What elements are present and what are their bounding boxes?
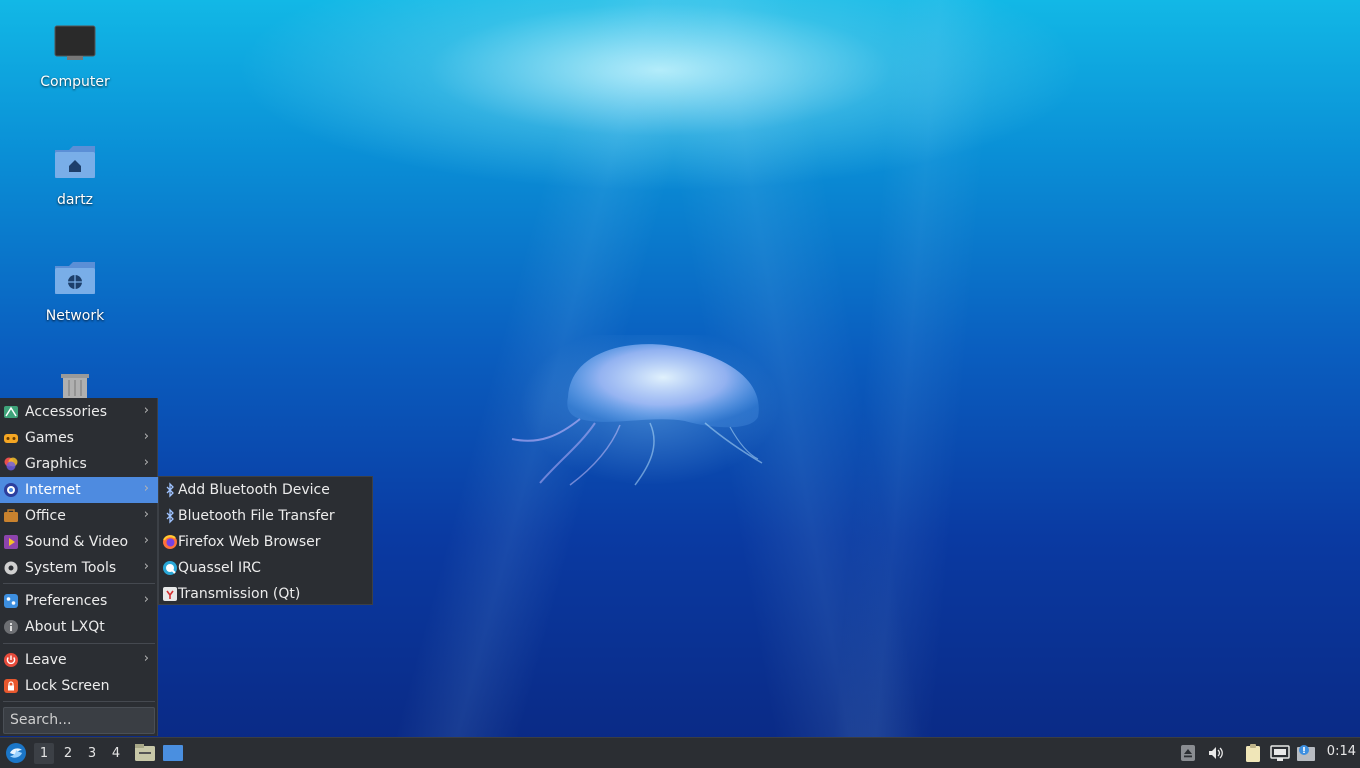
workspace-4-button[interactable]: 4 (106, 743, 126, 764)
application-menu: Accessories › Games › Graphics › Interne… (0, 398, 158, 736)
menu-separator (3, 701, 155, 702)
desktop-icon (163, 745, 183, 761)
quassel-icon (162, 560, 178, 576)
tray-notification-button[interactable] (1296, 743, 1316, 763)
bluetooth-icon (162, 508, 178, 524)
lock-icon (3, 678, 19, 694)
submenu-item-firefox[interactable]: Firefox Web Browser (159, 529, 372, 555)
desktop-icon-label: Computer (40, 74, 110, 90)
desktop-icon-label: dartz (56, 192, 94, 208)
desktop-icon-label: Network (45, 308, 105, 324)
games-icon (3, 430, 19, 446)
menu-item-internet[interactable]: Internet › (0, 477, 158, 503)
chevron-right-icon: › (143, 559, 149, 574)
tray-network-button[interactable] (1270, 743, 1290, 763)
menu-item-label: Office (25, 508, 66, 524)
notification-icon (1297, 745, 1315, 761)
taskbar-clock[interactable]: 0:14 (1327, 744, 1356, 759)
internet-icon (3, 482, 19, 498)
info-icon (3, 619, 19, 635)
menu-item-label: About LXQt (25, 619, 105, 635)
menu-item-office[interactable]: Office › (0, 503, 158, 529)
show-desktop-button[interactable] (162, 743, 184, 763)
internet-submenu: Add Bluetooth Device Bluetooth File Tran… (158, 476, 373, 605)
submenu-item-label: Firefox Web Browser (178, 534, 321, 550)
menu-separator (3, 583, 155, 584)
network-folder-icon (53, 256, 97, 300)
menu-item-games[interactable]: Games › (0, 425, 158, 451)
volume-icon (1209, 747, 1223, 759)
menu-separator (3, 643, 155, 644)
taskbar: 1 2 3 4 0:14 (0, 737, 1360, 768)
chevron-right-icon: › (143, 533, 149, 548)
network-icon (1270, 745, 1290, 761)
home-folder-icon (53, 140, 97, 184)
file-manager-launcher[interactable] (134, 743, 156, 763)
jellyfish-wallpaper-image (511, 335, 780, 486)
desktop-icon-home-folder[interactable]: dartz (30, 140, 120, 235)
menu-item-leave[interactable]: Leave › (0, 647, 158, 673)
desktop-icon-computer[interactable]: Computer (30, 22, 120, 117)
menu-item-label: System Tools (25, 560, 117, 576)
chevron-right-icon: › (143, 651, 149, 666)
preferences-icon (3, 593, 19, 609)
menu-item-label: Graphics (25, 456, 87, 472)
start-menu-button[interactable] (5, 742, 27, 764)
monitor-icon (53, 22, 97, 66)
accessories-icon (3, 404, 19, 420)
firefox-icon (162, 534, 178, 550)
submenu-item-quassel-irc[interactable]: Quassel IRC (159, 555, 372, 581)
tray-eject-button[interactable] (1178, 743, 1198, 763)
system-tools-icon (3, 560, 19, 576)
menu-item-about-lxqt[interactable]: About LXQt (0, 614, 158, 640)
chevron-right-icon: › (143, 592, 149, 607)
menu-item-lock-screen[interactable]: Lock Screen (0, 673, 158, 699)
menu-item-system-tools[interactable]: System Tools › (0, 555, 158, 581)
submenu-item-transmission[interactable]: Transmission (Qt) (159, 581, 372, 607)
menu-item-label: Leave (25, 652, 67, 668)
power-icon (3, 652, 19, 668)
menu-item-label: Preferences (25, 593, 108, 609)
chevron-right-icon: › (143, 455, 149, 470)
lxqt-logo-icon (6, 743, 26, 763)
workspace-2-button[interactable]: 2 (58, 743, 78, 764)
menu-item-preferences[interactable]: Preferences › (0, 588, 158, 614)
transmission-icon (162, 586, 178, 602)
desktop-icon-trash[interactable] (30, 368, 120, 398)
chevron-right-icon: › (143, 481, 149, 496)
tray-volume-button[interactable] (1206, 743, 1226, 763)
trash-icon (53, 368, 97, 398)
menu-item-label: Games (25, 430, 74, 446)
menu-item-label: Sound & Video (25, 534, 129, 550)
clipboard-icon (1246, 744, 1260, 762)
office-icon (3, 508, 19, 524)
submenu-item-bluetooth-file-transfer[interactable]: Bluetooth File Transfer (159, 503, 372, 529)
menu-item-sound-video[interactable]: Sound & Video › (0, 529, 158, 555)
submenu-item-label: Add Bluetooth Device (178, 482, 330, 498)
workspace-3-button[interactable]: 3 (82, 743, 102, 764)
menu-item-graphics[interactable]: Graphics › (0, 451, 158, 477)
submenu-item-label: Quassel IRC (178, 560, 261, 576)
bluetooth-icon (162, 482, 178, 498)
submenu-item-add-bluetooth-device[interactable]: Add Bluetooth Device (159, 477, 372, 503)
workspace-1-button[interactable]: 1 (34, 743, 54, 764)
chevron-right-icon: › (143, 429, 149, 444)
submenu-item-label: Transmission (Qt) (178, 586, 301, 602)
menu-item-label: Lock Screen (25, 678, 110, 694)
file-manager-icon (135, 744, 155, 761)
eject-icon (1181, 745, 1195, 761)
menu-item-label: Accessories (25, 404, 108, 420)
chevron-right-icon: › (143, 507, 149, 522)
menu-item-accessories[interactable]: Accessories › (0, 399, 158, 425)
menu-search-input[interactable]: Search... (3, 707, 155, 734)
chevron-right-icon: › (143, 403, 149, 418)
sound-video-icon (3, 534, 19, 550)
desktop-icon-network[interactable]: Network (30, 256, 120, 351)
submenu-item-label: Bluetooth File Transfer (178, 508, 335, 524)
tray-clipboard-button[interactable] (1243, 743, 1263, 763)
menu-item-label: Internet (25, 482, 81, 498)
graphics-icon (3, 456, 19, 472)
